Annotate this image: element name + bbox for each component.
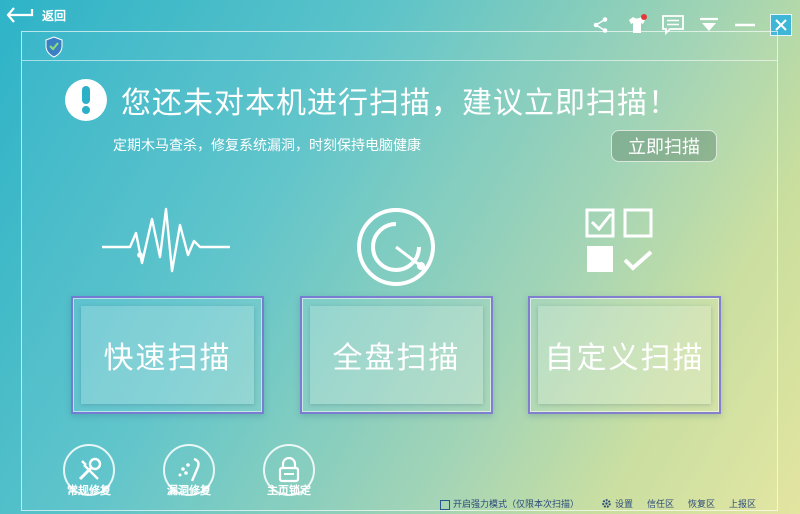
pulse-wave-icon	[102, 207, 230, 273]
homepage-lock-label: 主页锁定	[267, 484, 311, 497]
settings-link[interactable]: 设置	[601, 497, 633, 510]
panel-header	[22, 32, 777, 61]
custom-scan-label: 自定义扫描	[538, 306, 711, 404]
notice-headline: 您还未对本机进行扫描，建议立即扫描！	[121, 86, 679, 121]
settings-label: 设置	[614, 500, 633, 510]
trust-zone-link[interactable]: 信任区	[647, 497, 674, 510]
shield-logo-icon	[45, 36, 63, 58]
restore-zone-link[interactable]: 恢复区	[688, 497, 715, 510]
back-button[interactable]: 返回	[6, 6, 66, 24]
close-icon	[775, 19, 787, 31]
scan-now-button[interactable]: 立即扫描	[611, 130, 717, 162]
notice-subline: 定期木马查杀，修复系统漏洞，时刻保持电脑健康	[113, 138, 421, 154]
boost-mode-checkbox[interactable]	[440, 499, 450, 510]
warning-icon	[65, 79, 107, 121]
full-scan-label: 全盘扫描	[310, 306, 483, 404]
checklist-icon	[585, 208, 653, 272]
back-arrow-icon	[6, 7, 34, 23]
boost-mode-option[interactable]: 开启强力模式（仅限本次扫描）	[440, 497, 579, 510]
title-bar: 返回	[0, 0, 800, 36]
scan-notice: 您还未对本机进行扫描，建议立即扫描！	[65, 78, 679, 122]
custom-scan-card[interactable]: 自定义扫描	[528, 296, 721, 414]
report-zone-link[interactable]: 上报区	[729, 497, 756, 510]
full-scan-card[interactable]: 全盘扫描	[300, 296, 493, 414]
boost-mode-label: 开启强力模式（仅限本次扫描）	[453, 500, 580, 510]
general-repair-tool[interactable]: 常规修复	[54, 444, 124, 498]
general-repair-label: 常规修复	[67, 484, 111, 497]
quick-scan-card[interactable]: 快速扫描	[71, 296, 264, 414]
footer-links: 设置 信任区 恢复区 上报区	[601, 497, 756, 510]
back-label: 返回	[42, 8, 67, 23]
gear-icon	[602, 499, 611, 508]
vulnerability-repair-label: 漏洞修复	[167, 484, 211, 497]
radar-dial-icon	[357, 208, 435, 286]
homepage-lock-tool[interactable]: 主页锁定	[254, 444, 324, 498]
notification-dot	[641, 14, 647, 20]
quick-scan-label: 快速扫描	[81, 306, 254, 404]
vulnerability-repair-tool[interactable]: 漏洞修复	[154, 444, 224, 498]
minimize-icon	[735, 23, 755, 27]
